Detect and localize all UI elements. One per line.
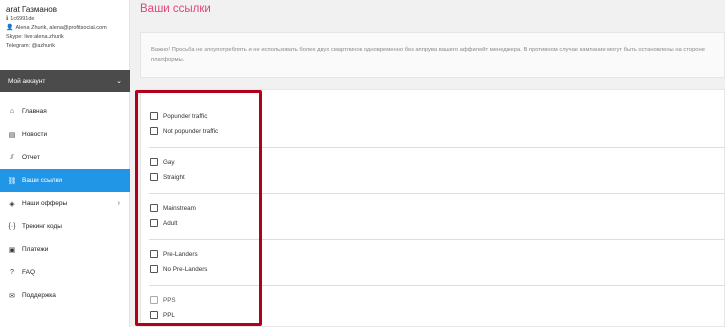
sidebar-item-offers[interactable]: ◈ Наши офферы ›	[0, 192, 130, 215]
sidebar-item-label: Наши офферы	[22, 200, 68, 207]
sidebar-item-label: Ваши ссылки	[22, 177, 63, 184]
user-id: 1c6991de	[10, 16, 35, 22]
telegram-row: Telegram: @azhurik	[6, 43, 55, 49]
sidebar-item-label: Трекинг коды	[22, 223, 62, 230]
sidebar-item-links[interactable]: ⛓ Ваши ссылки	[0, 169, 130, 192]
offers-icon: ◈	[9, 200, 15, 208]
sidebar-item-news[interactable]: ▤ Новости	[0, 123, 130, 146]
user-name: arat Газманов	[6, 5, 57, 14]
sidebar-item-label: FAQ	[22, 269, 36, 276]
sidebar-item-label: Отчет	[22, 154, 40, 161]
chevron-down-icon: ⌄	[116, 78, 122, 85]
person-icon: 👤	[6, 25, 14, 31]
chevron-right-icon: ›	[117, 200, 120, 207]
manager-contact: Alena Zhurik, alena@profitsocial.com	[15, 25, 107, 31]
chart-icon: ⫽	[10, 153, 14, 161]
code-icon: {·}	[8, 223, 16, 230]
sidebar-item-report[interactable]: ⫽ Отчет	[0, 146, 130, 169]
sidebar-item-label: Поддержка	[22, 292, 56, 299]
sidebar-item-payments[interactable]: ▣ Платежи	[0, 238, 130, 261]
info-icon: ℹ	[6, 16, 9, 22]
sidebar-item-faq[interactable]: ? FAQ	[0, 261, 130, 284]
notice-banner: Важно! Просьба не злоупотреблять и не ис…	[140, 32, 725, 78]
sidebar: arat Газманов ℹ 1c6991de 👤 Alena Zhurik,…	[0, 0, 130, 327]
highlight-annotation-box	[135, 90, 262, 326]
sidebar-item-home[interactable]: ⌂ Главная	[0, 100, 130, 123]
news-icon: ▤	[8, 131, 16, 139]
sidebar-item-label: Главная	[22, 108, 47, 115]
my-account-label: Мой аккаунт	[8, 77, 46, 85]
support-icon: ✉	[9, 292, 15, 300]
sidebar-item-tracking-codes[interactable]: {·} Трекинг коды	[0, 215, 130, 238]
user-id-row: ℹ 1c6991de	[6, 15, 123, 24]
page-title: Ваши ссылки	[140, 3, 211, 15]
payments-icon: ▣	[8, 246, 16, 254]
sidebar-item-label: Новости	[22, 131, 48, 138]
home-icon: ⌂	[9, 108, 15, 115]
sidebar-item-support[interactable]: ✉ Поддержка	[0, 284, 130, 307]
skype-row: Skype: live:alena.zhurik	[6, 34, 64, 40]
profile-card: arat Газманов ℹ 1c6991de 👤 Alena Zhurik,…	[0, 0, 129, 70]
sidebar-item-label: Платежи	[22, 246, 49, 253]
link-icon: ⛓	[7, 177, 17, 185]
help-icon: ?	[10, 269, 14, 276]
my-account-dropdown[interactable]: Мой аккаунт ⌄	[0, 70, 130, 92]
sidebar-menu: ⌂ Главная ▤ Новости ⫽ Отчет ⛓ Ваши ссылк…	[0, 100, 130, 307]
manager-row: 👤 Alena Zhurik, alena@profitsocial.com	[6, 24, 123, 33]
